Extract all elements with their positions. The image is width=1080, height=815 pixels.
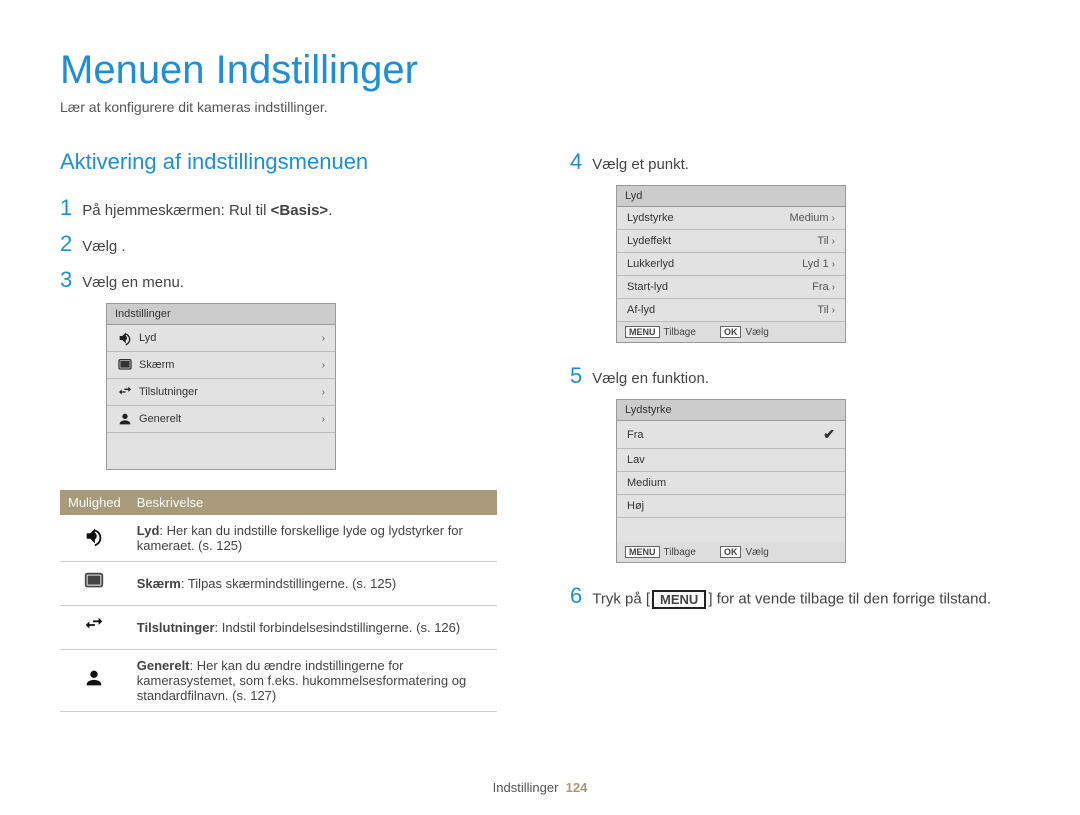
left-column: Aktivering af indstillingsmenuen 1 På hj… — [60, 149, 510, 712]
chevron-right-icon: › — [832, 213, 835, 224]
menu-header: Lydstyrke — [617, 400, 845, 421]
menu-button-label: MENU — [652, 590, 706, 609]
vol-option-fra[interactable]: Fra ✔ — [617, 421, 845, 449]
ok-key-icon: OK — [720, 326, 742, 338]
menu-item-lyd[interactable]: Lyd › — [107, 325, 335, 352]
screen-icon — [83, 570, 105, 592]
step-3: 3 Vælg en menu. — [60, 267, 510, 293]
step-2: 2 Vælg . — [60, 231, 510, 257]
arrows-icon — [117, 384, 133, 400]
menu-item-generelt[interactable]: Generelt › — [107, 406, 335, 433]
lyd-row-lydstyrke[interactable]: Lydstyrke Medium › — [617, 207, 845, 230]
page-subtitle: Lær at konfigurere dit kameras indstilli… — [60, 99, 1020, 115]
step-num: 1 — [60, 195, 72, 221]
lyd-row-startlyd[interactable]: Start-lyd Fra › — [617, 276, 845, 299]
lyd-row-aflyd[interactable]: Af-lyd Til › — [617, 299, 845, 322]
step-5: 5 Vælg en funktion. — [570, 363, 1020, 389]
arrows-icon — [83, 614, 105, 636]
table-row: Lyd: Her kan du indstille forskellige ly… — [60, 515, 497, 562]
step-text: Vælg . — [82, 238, 125, 255]
chevron-right-icon: › — [322, 387, 325, 398]
page-title: Menuen Indstillinger — [60, 48, 1020, 93]
step-num: 6 — [570, 583, 582, 609]
screen-icon — [117, 357, 133, 373]
table-row: Generelt: Her kan du ændre indstillinger… — [60, 650, 497, 712]
vol-option-medium[interactable]: Medium — [617, 472, 845, 495]
lyd-menu-mock: Lyd Lydstyrke Medium › Lydeffekt Til › L… — [616, 185, 846, 343]
table-row: Skærm: Tilpas skærmindstillingerne. (s. … — [60, 562, 497, 606]
section-title: Aktivering af indstillingsmenuen — [60, 149, 510, 175]
step-text: Vælg et punkt. — [592, 156, 689, 173]
menu-item-skaerm[interactable]: Skærm › — [107, 352, 335, 379]
step-text: Vælg en funktion. — [592, 370, 709, 387]
chevron-right-icon: › — [832, 236, 835, 247]
menu-key-icon: MENU — [625, 326, 660, 338]
step-4: 4 Vælg et punkt. — [570, 149, 1020, 175]
menu-header: Indstillinger — [107, 304, 335, 325]
menu-header: Lyd — [617, 186, 845, 207]
chevron-right-icon: › — [832, 305, 835, 316]
table-header-beskrivelse: Beskrivelse — [129, 490, 497, 515]
chevron-right-icon: › — [322, 360, 325, 371]
menu-key-icon: MENU — [625, 546, 660, 558]
speaker-icon — [117, 330, 133, 346]
step-num: 5 — [570, 363, 582, 389]
chevron-right-icon: › — [322, 414, 325, 425]
chevron-right-icon: › — [322, 333, 325, 344]
step-text: På hjemmeskærmen: Rul til <Basis>. — [82, 202, 332, 219]
table-row: Tilslutninger: Indstil forbindelsesindst… — [60, 606, 497, 650]
person-icon — [83, 667, 105, 689]
step-text: Vælg en menu. — [82, 274, 184, 291]
vol-option-hoj[interactable]: Høj — [617, 495, 845, 518]
options-table: Mulighed Beskrivelse Lyd: Her kan du ind… — [60, 490, 497, 712]
vol-option-lav[interactable]: Lav — [617, 449, 845, 472]
lyd-row-lukkerlyd[interactable]: Lukkerlyd Lyd 1 › — [617, 253, 845, 276]
chevron-right-icon: › — [832, 259, 835, 270]
check-icon: ✔ — [823, 426, 835, 443]
step-num: 3 — [60, 267, 72, 293]
settings-menu-mock: Indstillinger Lyd › Skærm › Tilslutninge… — [106, 303, 336, 470]
speaker-icon — [83, 525, 105, 547]
menu-item-tilslutninger[interactable]: Tilslutninger › — [107, 379, 335, 406]
chevron-right-icon: › — [832, 282, 835, 293]
menu-footer: MENUTilbage OKVælg — [617, 322, 845, 342]
step-num: 2 — [60, 231, 72, 257]
table-header-mulighed: Mulighed — [60, 490, 129, 515]
person-icon — [117, 411, 133, 427]
step-1: 1 På hjemmeskærmen: Rul til <Basis>. — [60, 195, 510, 221]
volume-menu-mock: Lydstyrke Fra ✔ Lav Medium Høj MENUTilba… — [616, 399, 846, 563]
page-footer: Indstillinger 124 — [0, 780, 1080, 795]
step-text: Tryk på [MENU] for at vende tilbage til … — [592, 590, 991, 609]
ok-key-icon: OK — [720, 546, 742, 558]
menu-footer: MENUTilbage OKVælg — [617, 542, 845, 562]
step-6: 6 Tryk på [MENU] for at vende tilbage ti… — [570, 583, 1020, 609]
right-column: 4 Vælg et punkt. Lyd Lydstyrke Medium › … — [570, 149, 1020, 712]
lyd-row-lydeffekt[interactable]: Lydeffekt Til › — [617, 230, 845, 253]
step-num: 4 — [570, 149, 582, 175]
